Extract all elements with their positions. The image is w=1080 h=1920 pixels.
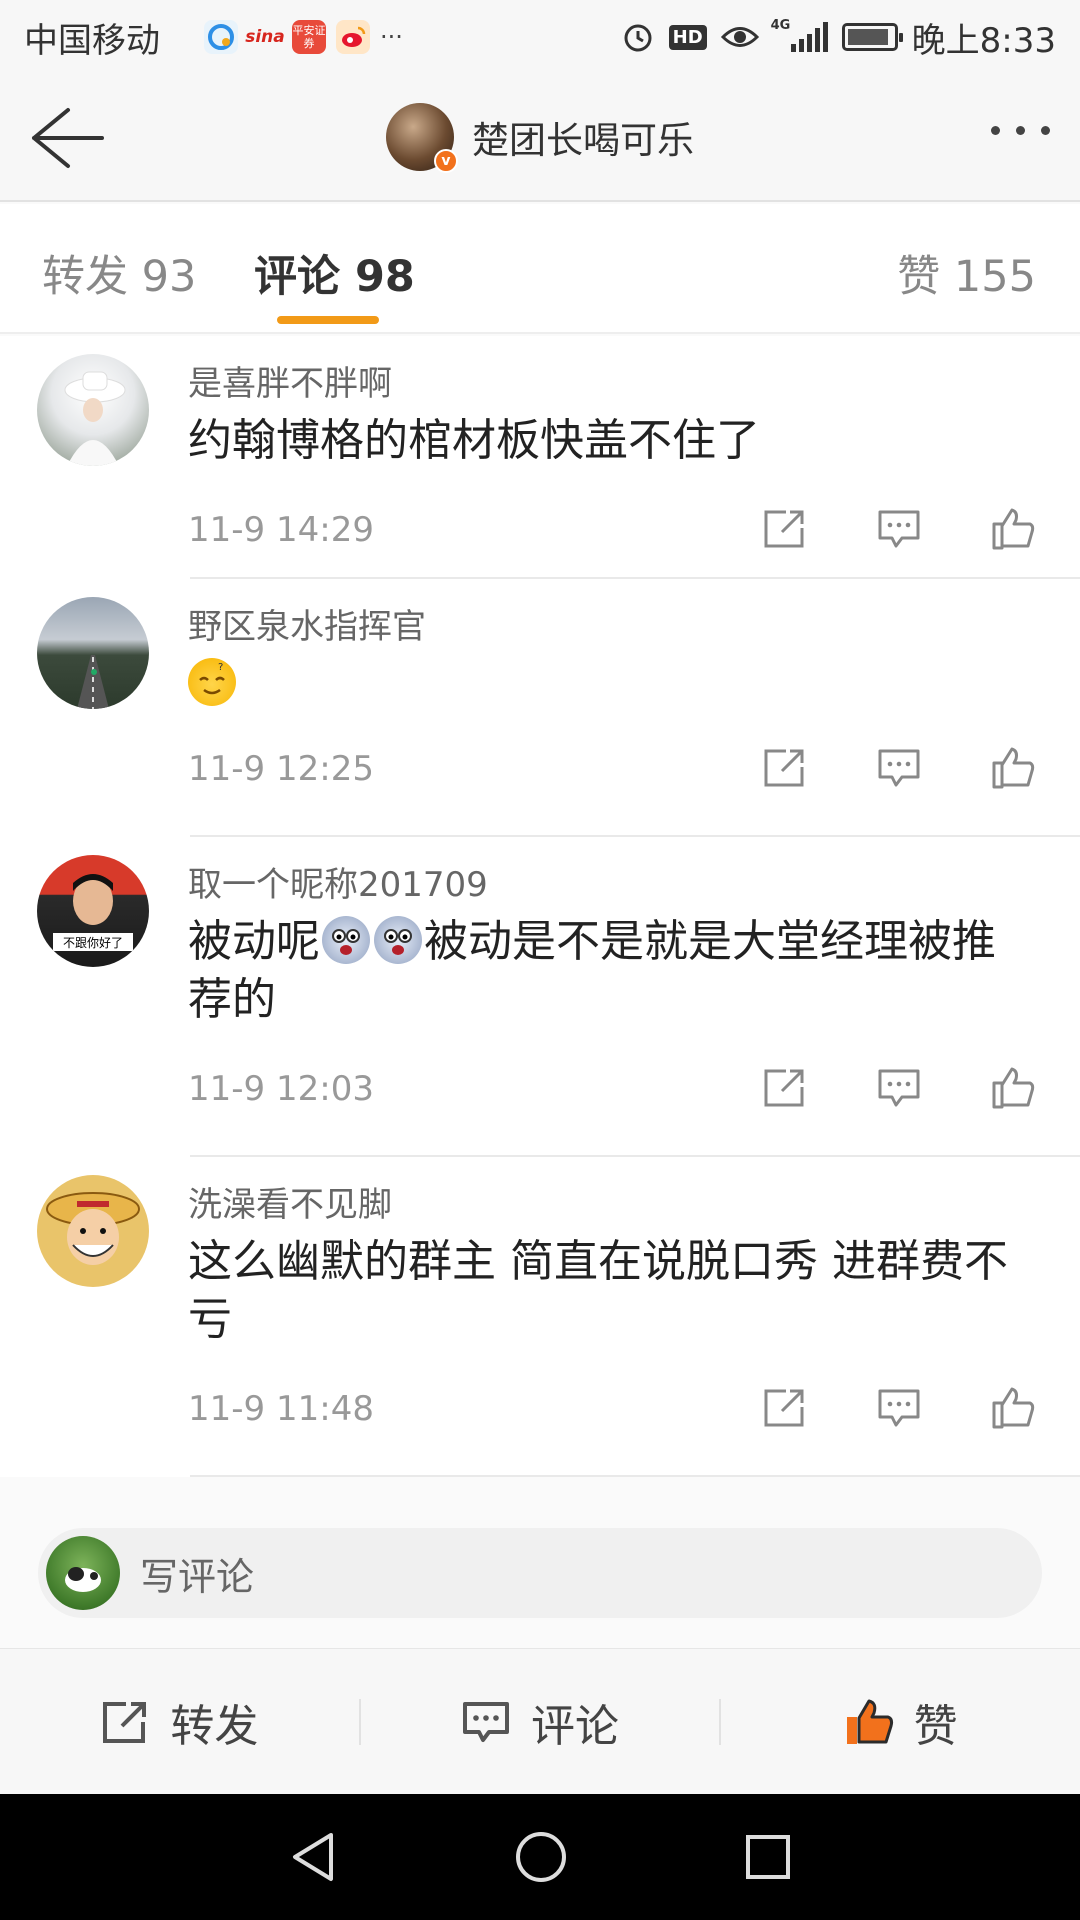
comment-item: 不跟你好了 取一个昵称201709 被动呢 被动是不是就是大堂经理被推荐的 11-… xyxy=(0,837,1080,1157)
user-avatar[interactable] xyxy=(37,597,149,709)
comment-time: 11-9 14:29 xyxy=(188,510,374,550)
comment-time: 11-9 12:25 xyxy=(188,749,374,789)
comment-actions xyxy=(762,745,1036,789)
like-icon[interactable] xyxy=(990,1385,1036,1429)
like-icon[interactable] xyxy=(990,1065,1036,1109)
active-tab-indicator xyxy=(277,316,379,324)
network-type: 4G xyxy=(770,18,791,33)
comment-item: 野区泉水指挥官 ? 11-9 12:25 xyxy=(0,579,1080,837)
like-icon[interactable] xyxy=(990,506,1036,550)
comment-icon[interactable] xyxy=(876,1385,922,1429)
comment-text-part: 被动呢 xyxy=(188,916,320,967)
comment-actions xyxy=(762,506,1036,550)
back-button[interactable] xyxy=(28,102,108,172)
system-nav-bar xyxy=(0,1794,1080,1920)
status-bar: 中国移动 sina 平安证券 ··· HD 4G 晚上8:33 xyxy=(0,0,1080,74)
share-icon[interactable] xyxy=(762,745,808,789)
forward-button[interactable]: 转发 xyxy=(0,1690,359,1754)
qq-browser-icon xyxy=(204,20,238,54)
comment-actions xyxy=(762,1065,1036,1109)
back-arrow-icon xyxy=(32,108,104,168)
weibo-icon xyxy=(336,20,370,54)
comment-text: 被动呢 被动是不是就是大堂经理被推荐的 xyxy=(188,913,1038,1029)
like-icon[interactable] xyxy=(990,745,1036,789)
comment-text: 这么幽默的群主 简直在说脱口秀 进群费不亏 xyxy=(188,1236,1008,1345)
nav-home-icon[interactable] xyxy=(513,1829,569,1885)
panic-emoji xyxy=(374,916,422,964)
like-label: 赞 xyxy=(913,1700,958,1752)
author-avatar[interactable]: v xyxy=(386,103,458,173)
pingan-securities-icon: 平安证券 xyxy=(292,20,326,54)
svg-text:?: ? xyxy=(218,662,223,673)
verified-badge: v xyxy=(434,149,458,173)
comment-username[interactable]: 洗澡看不见脚 xyxy=(188,1177,392,1226)
comment-time: 11-9 12:03 xyxy=(188,1069,374,1109)
carrier-label: 中国移动 xyxy=(24,20,160,61)
comment-text: ? xyxy=(188,655,1038,713)
bottom-action-bar: 转发 评论 赞 xyxy=(0,1648,1080,1794)
tab-forward[interactable]: 转发 93 xyxy=(42,242,196,304)
comment-username[interactable]: 是喜胖不胖啊 xyxy=(188,356,392,405)
share-icon[interactable] xyxy=(762,1385,808,1429)
notification-icons: sina 平安证券 ··· xyxy=(204,20,403,54)
comment-item: 洗澡看不见脚 这么幽默的群主 简直在说脱口秀 进群费不亏 11-9 11:48 xyxy=(0,1157,1080,1477)
like-icon xyxy=(846,1699,893,1744)
comment-actions xyxy=(762,1385,1036,1429)
clock: 晚上8:33 xyxy=(911,20,1056,61)
comment-time: 11-9 11:48 xyxy=(188,1389,374,1429)
more-icon xyxy=(991,126,1000,135)
avatar-caption: 不跟你好了 xyxy=(63,936,123,950)
comment-label: 评论 xyxy=(531,1700,619,1752)
interaction-tabs: 转发 93 评论 98 赞 155 xyxy=(0,204,1080,334)
share-icon xyxy=(103,1701,147,1743)
author-name[interactable]: 楚团长喝可乐 xyxy=(472,110,694,164)
comment-icon[interactable] xyxy=(876,506,922,550)
tab-like[interactable]: 赞 155 xyxy=(897,242,1036,304)
more-notifications: ··· xyxy=(380,23,403,51)
nav-recents-icon[interactable] xyxy=(743,1832,793,1882)
top-header: v 楚团长喝可乐 xyxy=(0,74,1080,202)
my-avatar xyxy=(46,1536,120,1610)
divider xyxy=(190,1475,1080,1477)
eye-icon xyxy=(720,22,759,52)
comment-list: 是喜胖不胖啊 约翰博格的棺材板快盖不住了 11-9 14:29 野区泉水指挥官 … xyxy=(0,336,1080,1477)
comment-icon xyxy=(463,1701,509,1742)
comment-button[interactable]: 评论 xyxy=(361,1690,720,1754)
forward-label: 转发 xyxy=(170,1700,259,1752)
comment-text: 约翰博格的棺材板快盖不住了 xyxy=(188,415,760,466)
signal-icon: 4G xyxy=(771,18,828,52)
sina-icon: sina xyxy=(245,27,285,47)
comment-icon[interactable] xyxy=(876,745,922,789)
write-comment-bar[interactable]: 写评论 xyxy=(38,1528,1042,1618)
user-avatar[interactable]: 不跟你好了 xyxy=(37,855,149,967)
status-right: HD 4G 晚上8:33 xyxy=(621,13,1056,62)
comment-item: 是喜胖不胖啊 约翰博格的棺材板快盖不住了 11-9 14:29 xyxy=(0,336,1080,579)
hd-badge: HD xyxy=(668,24,707,50)
dizzy-emoji: ? xyxy=(188,658,236,706)
share-icon[interactable] xyxy=(762,506,808,550)
user-avatar[interactable] xyxy=(37,1175,149,1287)
share-icon[interactable] xyxy=(762,1065,808,1109)
tab-comment[interactable]: 评论 98 xyxy=(254,242,415,304)
nav-back-icon[interactable] xyxy=(287,1829,339,1885)
comment-username[interactable]: 取一个昵称201709 xyxy=(188,857,488,906)
write-comment-placeholder[interactable]: 写评论 xyxy=(140,1546,254,1601)
alarm-icon xyxy=(621,20,655,54)
more-button[interactable] xyxy=(991,126,1050,135)
comment-icon[interactable] xyxy=(876,1065,922,1109)
comment-username[interactable]: 野区泉水指挥官 xyxy=(188,599,426,648)
like-button[interactable]: 赞 xyxy=(721,1690,1080,1754)
battery-icon xyxy=(841,23,903,51)
panic-emoji xyxy=(322,916,370,964)
user-avatar[interactable] xyxy=(37,354,149,466)
